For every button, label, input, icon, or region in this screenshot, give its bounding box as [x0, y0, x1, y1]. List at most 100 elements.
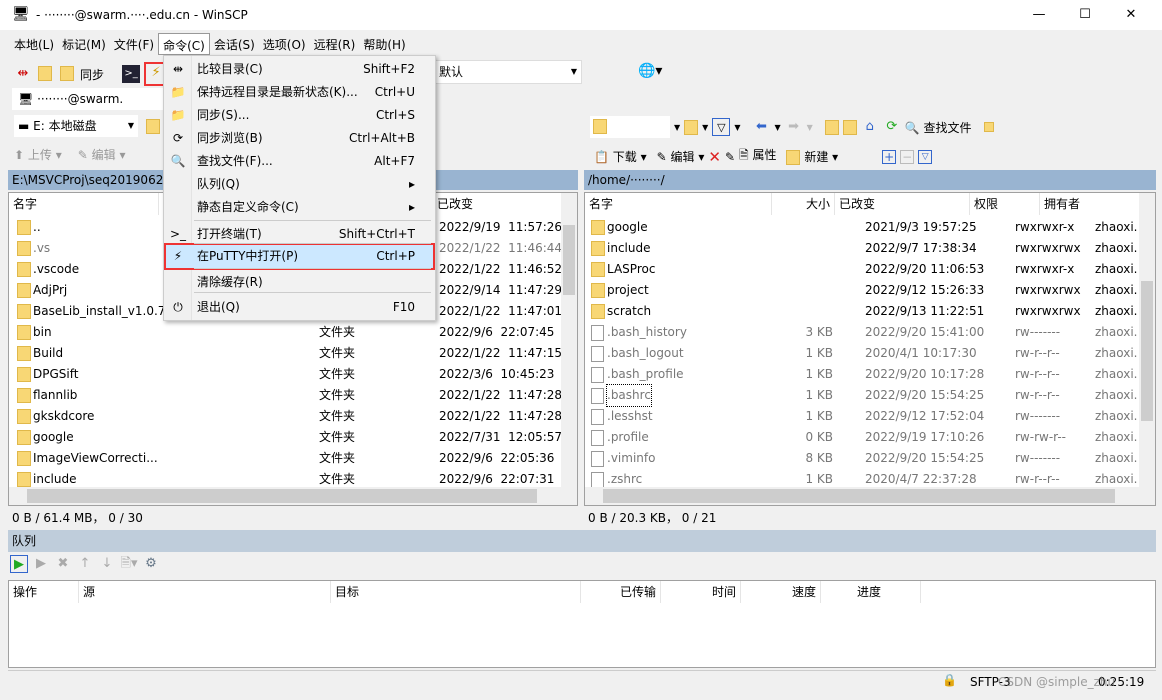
filter-mark-icon[interactable]: ▽	[918, 149, 933, 164]
menu-item-3[interactable]: ⟳ 同步浏览(B) Ctrl+Alt+B	[166, 127, 433, 150]
file-row[interactable]: google 2021/9/3 19:57:25 rwxrwxr-x zhaoxi.	[585, 217, 1155, 238]
file-row[interactable]: .bash_profile 1 KB 2022/9/20 10:17:28 rw-r-…	[585, 364, 1155, 385]
menu-item-5[interactable]: 队列(Q) ▸	[166, 173, 433, 196]
file-row[interactable]: .bash_history 3 KB 2022/9/20 15:41:00 rw---…	[585, 322, 1155, 343]
back-icon[interactable]: ⬅	[752, 118, 770, 136]
menu-item-8[interactable]: ⚡ 在PuTTY中打开(P) Ctrl+P	[164, 243, 435, 270]
column-size[interactable]: 大小	[772, 193, 835, 215]
queue-list[interactable]: 操作 源 目标 已传输 时间 速度 进度	[8, 580, 1156, 668]
menu-remote[interactable]: 远程(R)	[310, 33, 360, 55]
refresh-icon[interactable]: ⟳	[883, 118, 901, 136]
rename-icon[interactable]: ✎	[725, 150, 735, 164]
file-row[interactable]: Build 文件夹 2022/1/22 11:47:15	[9, 343, 577, 364]
file-row[interactable]: .lesshst 1 KB 2022/9/12 17:52:04 rw------- z…	[585, 406, 1155, 427]
queue-col-speed[interactable]: 速度	[741, 581, 821, 603]
file-row[interactable]: gkskdcore 文件夹 2022/1/22 11:47:28	[9, 406, 577, 427]
menu-options[interactable]: 选项(O)	[259, 33, 310, 55]
menu-mark[interactable]: 标记(M)	[58, 33, 110, 55]
menu-item-0[interactable]: ⇹ 比较目录(C) Shift+F2	[166, 58, 433, 81]
queue-col-source[interactable]: 源	[79, 581, 331, 603]
gear-icon[interactable]: ⚙	[142, 555, 160, 573]
queue-col-time[interactable]: 时间	[661, 581, 741, 603]
remote-edit-button[interactable]: ✎ 编辑 ▾	[657, 148, 705, 165]
file-row[interactable]: .viminfo 8 KB 2022/9/20 15:54:25 rw------- z…	[585, 448, 1155, 469]
menu-item-2[interactable]: 📁 同步(S)... Ctrl+S	[166, 104, 433, 127]
open-folder-icon[interactable]	[146, 119, 160, 134]
tree-icon[interactable]	[983, 122, 994, 132]
file-row[interactable]: DPGSift 文件夹 2022/3/6 10:45:23	[9, 364, 577, 385]
collapse-icon[interactable]: −	[900, 149, 915, 164]
remote-path-bar[interactable]: /home/········/	[584, 170, 1156, 190]
minimize-button[interactable]: —	[1016, 0, 1062, 30]
column-modified[interactable]: 已改变	[433, 193, 563, 215]
transfer-settings-dropdown[interactable]: 默认 ▼	[432, 60, 582, 84]
terminal-icon[interactable]: >_	[122, 65, 141, 83]
download-button[interactable]: 📋 下载 ▾	[594, 148, 647, 165]
upload-button[interactable]: ⬆ 上传 ▾	[14, 146, 62, 163]
sync-button[interactable]: 同步	[80, 66, 104, 83]
queue-col-transferred[interactable]: 已传输	[581, 581, 661, 603]
home-icon[interactable]: ⌂	[861, 118, 879, 136]
file-row[interactable]: include 2022/9/7 17:38:34 rwxrwxrwx zhaoxi.	[585, 238, 1155, 259]
filter-icon[interactable]: ▽	[712, 118, 731, 136]
file-row[interactable]: .bashrc 1 KB 2022/9/20 15:54:25 rw-r--r-- zh…	[585, 384, 1155, 407]
menu-item-1[interactable]: 📁 保持远程目录是最新状态(K)... Ctrl+U	[166, 81, 433, 104]
column-name[interactable]: 名字	[585, 193, 772, 215]
globe-icon[interactable]: 🌐▾	[638, 63, 662, 79]
menu-item-4[interactable]: 🔍 查找文件(F)... Alt+F7	[166, 150, 433, 173]
menu-item-10[interactable]: ⏻ 退出(Q) F10	[166, 296, 433, 319]
queue-go-icon[interactable]: ▶	[10, 555, 28, 573]
file-row[interactable]: .bash_logout 1 KB 2020/4/1 10:17:30 rw-r--r…	[585, 343, 1155, 364]
menu-item-6[interactable]: 静态自定义命令(C) ▸	[166, 196, 433, 219]
open-folder-icon[interactable]	[684, 119, 699, 135]
keep-uptodate-icon[interactable]	[36, 65, 54, 83]
local-hscrollbar[interactable]	[9, 487, 577, 505]
file-row[interactable]: LASProc 2022/9/20 11:06:53 rwxrwxr-x zhaoxi…	[585, 259, 1155, 280]
menu-session[interactable]: 会话(S)	[210, 33, 259, 55]
menu-commands[interactable]: 命令(C)	[158, 33, 210, 55]
new-button[interactable]: 新建 ▾	[786, 148, 838, 165]
local-edit-button[interactable]: ✎ 编辑 ▾	[78, 146, 126, 163]
maximize-button[interactable]: ☐	[1062, 0, 1108, 30]
expand-icon[interactable]: +	[882, 149, 897, 164]
remote-file-list[interactable]: 名字 大小 已改变 权限 拥有者 google 2021/9/3 19:57:25…	[584, 192, 1156, 506]
column-owner[interactable]: 拥有者	[1040, 193, 1140, 215]
local-drive-select[interactable]: ▬ E: 本地磁盘 ▼	[14, 115, 138, 137]
cancel-icon[interactable]: ✖	[54, 555, 72, 573]
queue-col-progress[interactable]: 进度	[821, 581, 921, 603]
sync-icon[interactable]	[58, 65, 76, 83]
queue-col-target[interactable]: 目标	[331, 581, 581, 603]
file-row[interactable]: project 2022/9/12 15:26:33 rwxrwxrwx zhaoxi…	[585, 280, 1155, 301]
remote-dir-select[interactable]	[590, 116, 670, 138]
file-row[interactable]: google 文件夹 2022/7/31 12:05:57	[9, 427, 577, 448]
find-files-button[interactable]: 🔍 查找文件	[905, 119, 972, 136]
queue-col-operation[interactable]: 操作	[9, 581, 79, 603]
column-permissions[interactable]: 权限	[970, 193, 1040, 215]
forward-icon[interactable]: ➡	[785, 118, 803, 136]
compare-icon[interactable]: ⇹	[14, 65, 32, 83]
file-row[interactable]: scratch 2022/9/13 11:22:51 rwxrwxrwx zhaoxi…	[585, 301, 1155, 322]
remote-hscrollbar[interactable]	[585, 487, 1155, 505]
menu-help[interactable]: 帮助(H)	[359, 33, 409, 55]
root-dir-icon[interactable]	[842, 119, 857, 135]
file-row[interactable]: .profile 0 KB 2022/9/19 17:10:26 rw-rw-r-- z…	[585, 427, 1155, 448]
play-icon[interactable]: ▶	[32, 555, 50, 573]
menu-local[interactable]: 本地(L)	[10, 33, 58, 55]
menu-item-9[interactable]: 清除缓存(R)	[166, 271, 433, 294]
menu-file[interactable]: 文件(F)	[110, 33, 158, 55]
file-row[interactable]: ImageViewCorrecti... 文件夹 2022/9/6 22:05:36	[9, 448, 577, 469]
close-button[interactable]: ✕	[1108, 0, 1154, 30]
session-tab[interactable]: 🖥 ········@swarm.	[12, 88, 172, 110]
move-down-icon[interactable]: ↓	[98, 555, 116, 573]
move-up-icon[interactable]: ↑	[76, 555, 94, 573]
file-row[interactable]: bin 文件夹 2022/9/6 22:07:45	[9, 322, 577, 343]
column-modified[interactable]: 已改变	[835, 193, 970, 215]
parent-dir-icon[interactable]	[824, 119, 839, 135]
remote-vscrollbar[interactable]	[1139, 193, 1155, 487]
delete-icon[interactable]: ✕	[708, 148, 721, 166]
file-row[interactable]: flannlib 文件夹 2022/1/22 11:47:28	[9, 385, 577, 406]
queue-settings-icon[interactable]: 🗎▾	[120, 555, 138, 573]
column-name[interactable]: 名字	[9, 193, 159, 215]
properties-button[interactable]: 🗎 属性	[739, 146, 776, 167]
local-vscrollbar[interactable]	[561, 193, 577, 487]
